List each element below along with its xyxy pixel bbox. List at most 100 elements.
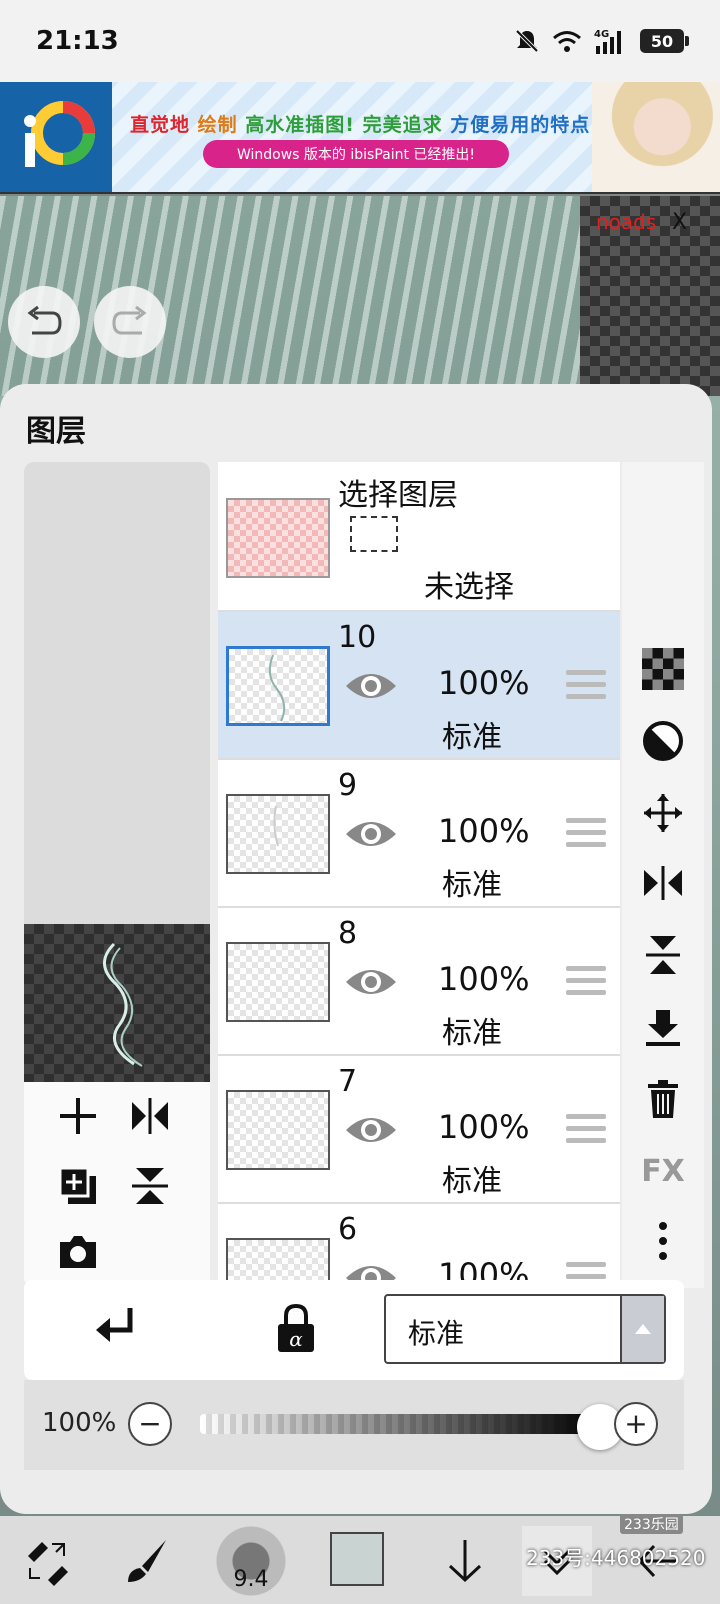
add-layer-button[interactable] <box>48 1086 108 1146</box>
mute-bell-icon <box>515 29 539 53</box>
flip-horizontal-icon <box>644 866 682 900</box>
tool-switch-button[interactable] <box>12 1526 82 1596</box>
tool-switch-icon <box>28 1542 68 1586</box>
layer-row[interactable]: 8 100% 标准 <box>218 908 620 1056</box>
drag-handle-icon[interactable] <box>566 670 606 706</box>
brush-size-value: 9.4 <box>233 1567 269 1592</box>
half-circle-icon <box>643 721 683 761</box>
drag-handle-icon[interactable] <box>566 966 606 1002</box>
opacity-slider-track[interactable] <box>200 1414 600 1434</box>
brush-size-button[interactable]: 9.4 <box>216 1526 286 1596</box>
drag-handle-icon[interactable] <box>566 1114 606 1150</box>
layer-number: 6 <box>338 1212 358 1247</box>
duplicate-icon <box>58 1166 96 1204</box>
layer-panel: 图层 选择图层 未选择 10 100% 标准 9 100% 标准 8 100% … <box>0 384 712 1514</box>
status-icons: 4G 50 <box>514 28 689 54</box>
plus-icon <box>60 1098 96 1134</box>
fx-button[interactable]: FX <box>636 1144 690 1198</box>
selection-marquee-icon <box>350 516 398 552</box>
ad-headline-part: 高水准插图! <box>245 114 355 136</box>
merge-down-icon <box>646 1010 680 1046</box>
brush-tool-button[interactable] <box>112 1526 182 1596</box>
layer-blend-mode: 标准 <box>442 1164 502 1199</box>
layer-number: 8 <box>338 916 358 951</box>
transparency-button[interactable] <box>636 642 690 696</box>
move-layer-button[interactable] <box>636 786 690 840</box>
battery-icon: 50 <box>640 29 689 53</box>
ad-banner[interactable]: 直觉地 绘制 高水准插图! 完美追求 方便易用的特点! Windows 版本的 … <box>0 82 720 194</box>
opacity-increase-button[interactable]: + <box>614 1402 658 1446</box>
ad-headline-part: 直觉地 <box>130 114 191 136</box>
selection-layer-title: 选择图层 <box>338 478 458 513</box>
layer-opacity: 100% <box>438 812 530 850</box>
layer-row[interactable]: 9 100% 标准 <box>218 760 620 908</box>
status-time: 21:13 <box>36 26 119 56</box>
more-vertical-icon <box>659 1222 667 1260</box>
layer-down-button[interactable] <box>430 1526 500 1596</box>
noads-close-button[interactable]: X <box>672 210 687 235</box>
more-options-button[interactable] <box>636 1214 690 1268</box>
layer-list[interactable]: 选择图层 未选择 10 100% 标准 9 100% 标准 8 100% 标准 … <box>218 462 620 1288</box>
layer-preview-column <box>24 462 210 1288</box>
caret-up-icon <box>620 1296 664 1362</box>
alpha-lock-icon: α <box>278 1303 314 1352</box>
svg-text:α: α <box>289 1327 303 1351</box>
eye-icon <box>346 822 396 846</box>
layer-blend-controls: α 标准 <box>24 1280 684 1380</box>
duplicate-layer-button[interactable] <box>48 1156 108 1216</box>
blend-mode-value: 标准 <box>408 1317 465 1350</box>
flip-horizontal-button[interactable] <box>636 856 690 910</box>
move-icon <box>644 794 682 832</box>
color-swatch-button[interactable] <box>330 1532 384 1586</box>
watermark-text: 233号:446802520 <box>526 1546 706 1570</box>
camera-button[interactable] <box>48 1222 108 1282</box>
merge-down-button[interactable] <box>636 1002 690 1056</box>
layer-row[interactable]: 10 100% 标准 <box>218 612 620 760</box>
ibispaint-logo <box>0 82 112 192</box>
flip-horizontal-icon <box>132 1098 168 1134</box>
visibility-toggle[interactable] <box>344 1112 398 1152</box>
ad-headline-part: 绘制 <box>197 114 238 136</box>
layer-opacity-bar: 100% − + <box>24 1380 684 1470</box>
drag-handle-icon[interactable] <box>566 818 606 854</box>
camera-icon <box>60 1236 96 1268</box>
clipping-button[interactable] <box>636 714 690 768</box>
visibility-toggle[interactable] <box>344 816 398 856</box>
layer-number: 10 <box>338 620 377 655</box>
ad-pill: Windows 版本的 ibisPaint 已经推出! <box>203 140 509 168</box>
layer-row[interactable]: 7 100% 标准 <box>218 1056 620 1204</box>
watermark-badge: 233乐园 <box>620 1514 683 1534</box>
panel-title: 图层 <box>26 414 86 449</box>
trash-icon <box>648 1080 678 1118</box>
redo-button[interactable] <box>94 286 166 358</box>
visibility-toggle[interactable] <box>344 668 398 708</box>
alpha-lock-button[interactable]: α <box>274 1302 318 1358</box>
layer-thumbnail <box>226 1090 330 1170</box>
selection-layer-status: 未选择 <box>424 570 514 605</box>
layer-thumbnail <box>226 942 330 1022</box>
flip-layer-vertical-button[interactable] <box>120 1156 180 1216</box>
blend-mode-select[interactable]: 标准 <box>384 1294 666 1364</box>
layer-number: 9 <box>338 768 358 803</box>
clipping-mask-button[interactable] <box>94 1304 138 1356</box>
layer-blend-mode: 标准 <box>442 1016 502 1051</box>
noads-link[interactable]: noads <box>596 210 656 234</box>
opacity-label: 100% <box>42 1408 117 1438</box>
layer-side-tools: FX <box>622 462 704 1288</box>
flip-layer-horizontal-button[interactable] <box>120 1086 180 1146</box>
layer-row[interactable]: 6 100% <box>218 1204 620 1288</box>
delete-layer-button[interactable] <box>636 1072 690 1126</box>
eye-icon <box>346 1118 396 1142</box>
visibility-toggle[interactable] <box>344 964 398 1004</box>
eye-icon <box>346 674 396 698</box>
selection-layer-thumbnail <box>226 498 330 578</box>
ad-portrait-image <box>592 82 720 192</box>
flip-vertical-button[interactable] <box>636 928 690 982</box>
checker-icon <box>642 648 684 690</box>
undo-button[interactable] <box>8 286 80 358</box>
layer-preview-thumbnail <box>24 924 210 1082</box>
opacity-decrease-button[interactable]: − <box>128 1402 172 1446</box>
redo-icon <box>112 305 147 335</box>
undo-icon <box>27 305 62 335</box>
selection-layer-row[interactable]: 选择图层 未选择 <box>218 462 620 612</box>
